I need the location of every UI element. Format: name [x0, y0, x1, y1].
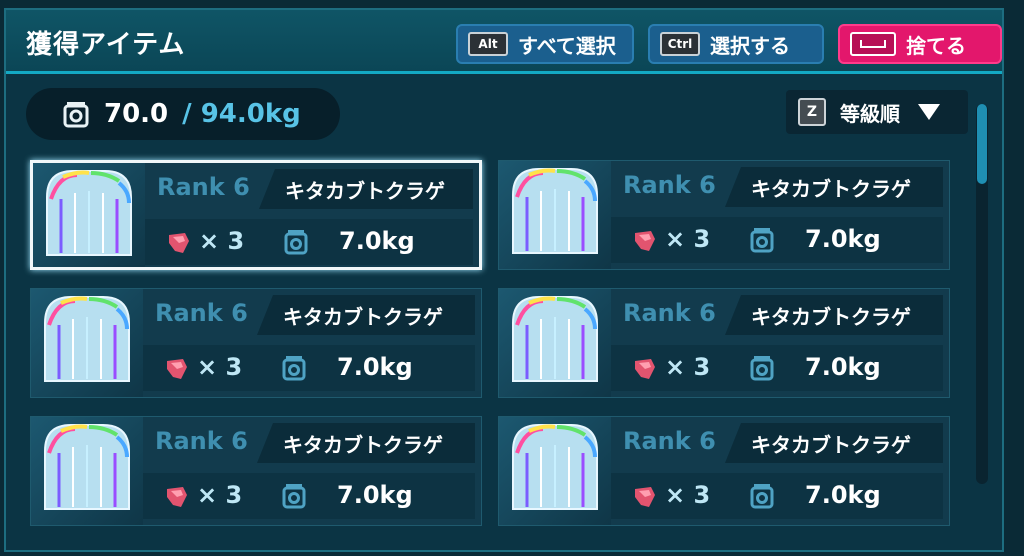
- item-thumbnail: [499, 417, 611, 525]
- item-weight: 7.0kg: [805, 481, 881, 509]
- scale-icon: [63, 102, 89, 128]
- ctrl-key-hint: Ctrl: [660, 32, 700, 56]
- item-weight: 7.0kg: [805, 353, 881, 381]
- gem-icon: [167, 359, 187, 379]
- item-rank: Rank 6: [623, 171, 716, 199]
- sort-label: 等級順: [840, 101, 900, 126]
- item-rank: Rank 6: [155, 427, 248, 455]
- jellyfish-icon: [44, 296, 130, 382]
- scale-icon: [282, 484, 306, 509]
- item-thumbnail: [33, 163, 145, 267]
- z-key-hint: Z: [798, 98, 826, 126]
- item-card[interactable]: Rank 6 キタカブトクラゲ × 3 7.0kg: [498, 160, 950, 270]
- item-quantity: × 3: [665, 225, 711, 253]
- item-card[interactable]: Rank 6 キタカブトクラゲ × 3 7.0kg: [30, 288, 482, 398]
- item-quantity: × 3: [197, 353, 243, 381]
- item-name: キタカブトクラゲ: [285, 178, 445, 203]
- discard-label: 捨てる: [906, 33, 966, 58]
- item-name-bar: キタカブトクラゲ: [725, 167, 943, 207]
- scrollbar[interactable]: [976, 104, 988, 484]
- item-name-bar: キタカブトクラゲ: [257, 423, 475, 463]
- item-thumbnail: [31, 417, 143, 525]
- item-rank: Rank 6: [623, 427, 716, 455]
- item-name: キタカブトクラゲ: [751, 304, 911, 329]
- item-card[interactable]: Rank 6 キタカブトクラゲ × 3 7.0kg: [498, 416, 950, 526]
- item-thumbnail: [499, 289, 611, 397]
- item-thumbnail: [499, 161, 611, 269]
- item-name: キタカブトクラゲ: [283, 304, 443, 329]
- triangle-down-icon: [918, 104, 940, 120]
- jellyfish-icon: [512, 296, 598, 382]
- scale-icon: [750, 484, 774, 509]
- item-info-bar: × 3 7.0kg: [145, 219, 473, 265]
- item-name-bar: キタカブトクラゲ: [259, 169, 473, 209]
- scale-icon: [750, 228, 774, 253]
- item-weight: 7.0kg: [339, 227, 415, 255]
- gem-icon: [635, 359, 655, 379]
- item-name-bar: キタカブトクラゲ: [257, 295, 475, 335]
- gem-icon: [635, 487, 655, 507]
- item-quantity: × 3: [197, 481, 243, 509]
- item-rank: Rank 6: [623, 299, 716, 327]
- item-quantity: × 3: [199, 227, 245, 255]
- item-rank: Rank 6: [155, 299, 248, 327]
- jellyfish-icon: [46, 170, 132, 256]
- item-info-bar: × 3 7.0kg: [143, 345, 475, 391]
- sort-dropdown[interactable]: Z 等級順: [786, 90, 968, 134]
- discard-button[interactable]: 捨てる: [838, 24, 1002, 64]
- select-all-button[interactable]: Alt すべて選択: [456, 24, 634, 64]
- item-rank: Rank 6: [157, 173, 250, 201]
- item-card[interactable]: Rank 6 キタカブトクラゲ × 3 7.0kg: [30, 160, 482, 270]
- item-info-bar: × 3 7.0kg: [611, 345, 943, 391]
- gem-icon: [169, 233, 189, 253]
- gem-icon: [167, 487, 187, 507]
- max-weight: / 94.0kg: [182, 99, 301, 129]
- item-card[interactable]: Rank 6 キタカブトクラゲ × 3 7.0kg: [30, 416, 482, 526]
- item-name: キタカブトクラゲ: [751, 432, 911, 457]
- gem-icon: [635, 231, 655, 251]
- item-info-bar: × 3 7.0kg: [143, 473, 475, 519]
- scale-icon: [284, 230, 308, 255]
- item-weight: 7.0kg: [337, 353, 413, 381]
- item-name-bar: キタカブトクラゲ: [725, 295, 943, 335]
- carry-weight-display: 70.0 / 94.0kg: [26, 88, 340, 140]
- panel-title: 獲得アイテム: [26, 30, 186, 60]
- item-info-bar: × 3 7.0kg: [611, 473, 943, 519]
- item-grid: Rank 6 キタカブトクラゲ × 3 7.0kg Rank 6 キタカブトクラ…: [30, 160, 952, 530]
- scale-icon: [750, 356, 774, 381]
- select-button[interactable]: Ctrl 選択する: [648, 24, 824, 64]
- jellyfish-icon: [512, 424, 598, 510]
- item-weight: 7.0kg: [337, 481, 413, 509]
- jellyfish-icon: [44, 424, 130, 510]
- item-thumbnail: [31, 289, 143, 397]
- item-quantity: × 3: [665, 353, 711, 381]
- space-key-hint: [850, 32, 896, 56]
- scroll-thumb[interactable]: [977, 104, 987, 184]
- item-info-bar: × 3 7.0kg: [611, 217, 943, 263]
- item-card[interactable]: Rank 6 キタカブトクラゲ × 3 7.0kg: [498, 288, 950, 398]
- item-name: キタカブトクラゲ: [283, 432, 443, 457]
- jellyfish-icon: [512, 168, 598, 254]
- select-all-label: すべて選択: [518, 33, 616, 58]
- select-label: 選択する: [710, 33, 790, 58]
- scale-icon: [282, 356, 306, 381]
- item-name: キタカブトクラゲ: [751, 176, 911, 201]
- item-quantity: × 3: [665, 481, 711, 509]
- item-weight: 7.0kg: [805, 225, 881, 253]
- alt-key-hint: Alt: [468, 32, 508, 56]
- current-weight: 70.0: [104, 99, 169, 129]
- panel-header: 獲得アイテム Alt すべて選択 Ctrl 選択する 捨てる: [6, 10, 1002, 74]
- item-name-bar: キタカブトクラゲ: [725, 423, 943, 463]
